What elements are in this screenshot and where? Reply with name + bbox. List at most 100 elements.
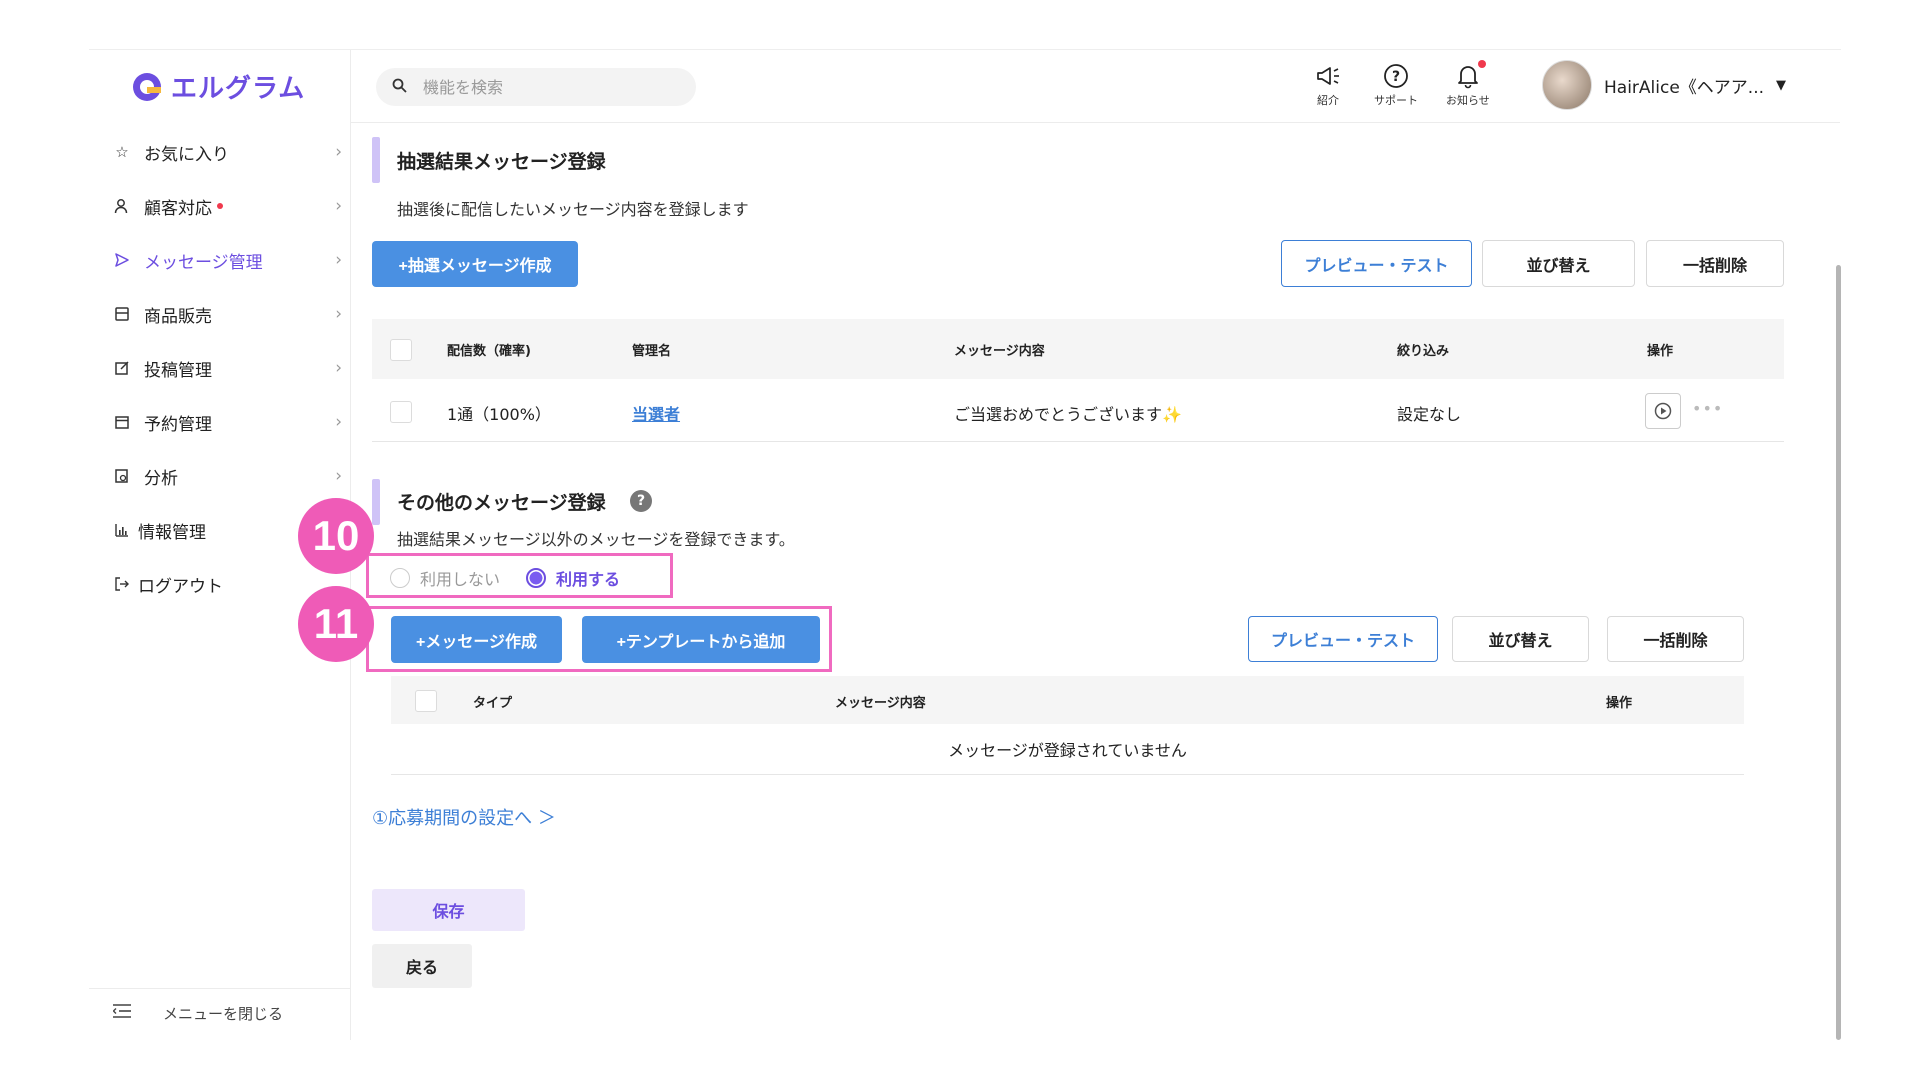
other-section-desc: 抽選結果メッセージ以外のメッセージを登録できます。 xyxy=(397,530,795,549)
sidebar-item-label: 分析 xyxy=(144,468,178,489)
help-circle-icon: ? xyxy=(1382,62,1410,90)
scrollbar[interactable] xyxy=(1836,265,1841,1040)
chevron-right-icon: › xyxy=(335,304,342,324)
sidebar-item-customer[interactable]: 顧客対応 › xyxy=(112,191,342,221)
play-icon[interactable] xyxy=(1645,393,1681,429)
sidebar-item-label: 予約管理 xyxy=(144,414,212,435)
create-lottery-message-button[interactable]: +抽選メッセージ作成 xyxy=(372,241,578,287)
help-icon[interactable]: ? xyxy=(630,490,652,512)
app-logo[interactable]: エルグラム xyxy=(131,68,305,105)
row-count: 1通（100%） xyxy=(447,405,551,424)
row-name-link[interactable]: 当選者 xyxy=(632,401,680,425)
chevron-right-icon: › xyxy=(335,358,342,378)
th-filter: 絞り込み xyxy=(1397,344,1450,359)
th-actions: 操作 xyxy=(1606,696,1633,711)
sidebar-item-analysis[interactable]: 分析 › xyxy=(112,461,342,491)
th-actions: 操作 xyxy=(1647,344,1674,359)
notification-dot xyxy=(1477,60,1486,68)
shop-icon xyxy=(112,304,132,324)
person-icon xyxy=(112,196,132,216)
application-period-link[interactable]: ①応募期間の設定へ ＞ xyxy=(372,804,556,830)
select-all-checkbox[interactable] xyxy=(390,339,412,361)
other-preview-test-button[interactable]: プレビュー・テスト xyxy=(1248,616,1438,662)
close-menu-button[interactable]: メニューを閉じる xyxy=(89,988,350,1041)
sidebar-item-label: ログアウト xyxy=(138,576,223,597)
analysis-icon xyxy=(112,466,132,486)
other-section-title: その他のメッセージ登録 xyxy=(397,492,606,514)
highlight-box-11 xyxy=(366,606,832,672)
search-box[interactable] xyxy=(376,68,696,106)
logo-mark-icon xyxy=(131,71,163,103)
notification-dot xyxy=(217,203,223,209)
calendar-icon xyxy=(112,412,132,432)
save-button[interactable]: 保存 xyxy=(372,889,525,931)
th-message: メッセージ内容 xyxy=(954,344,1045,359)
chart-icon xyxy=(112,520,132,540)
lottery-preview-test-button[interactable]: プレビュー・テスト xyxy=(1281,240,1472,287)
bell-icon xyxy=(1454,60,1486,90)
sidebar-item-reservations[interactable]: 予約管理 › xyxy=(112,407,342,437)
star-icon: ☆ xyxy=(115,143,129,161)
chevron-right-icon: › xyxy=(335,466,342,486)
chevron-right-icon: › xyxy=(335,250,342,270)
user-menu[interactable]: HairAlice《ヘアア... ▼ xyxy=(1542,60,1786,110)
lottery-sort-button[interactable]: 並び替え xyxy=(1482,240,1635,287)
send-icon xyxy=(112,250,132,270)
svg-text:?: ? xyxy=(1392,69,1400,85)
notice-label: お知らせ xyxy=(1446,94,1490,107)
logout-icon xyxy=(112,574,132,594)
row-checkbox[interactable] xyxy=(390,401,412,423)
close-menu-label: メニューを閉じる xyxy=(163,1005,284,1023)
section-accent-bar xyxy=(372,479,380,525)
sidebar-item-label: 商品販売 xyxy=(144,306,212,327)
row-filter: 設定なし xyxy=(1397,405,1462,424)
back-button[interactable]: 戻る xyxy=(372,944,472,988)
lottery-table-header: 配信数（確率) 管理名 メッセージ内容 絞り込み 操作 xyxy=(372,319,1784,379)
section-accent-bar xyxy=(372,137,380,183)
select-all-checkbox[interactable] xyxy=(415,690,437,712)
sidebar-item-label: 顧客対応 xyxy=(144,198,212,219)
other-table-header: タイプ メッセージ内容 操作 xyxy=(391,676,1744,724)
avatar xyxy=(1542,60,1592,110)
edit-icon xyxy=(112,358,132,378)
highlight-box-10 xyxy=(366,553,673,598)
row-message: ご当選おめでとうございます✨ xyxy=(954,405,1182,424)
search-icon xyxy=(392,78,407,97)
th-name: 管理名 xyxy=(632,344,672,359)
chevron-right-icon: › xyxy=(335,142,342,162)
support-button[interactable]: ? サポート xyxy=(1374,62,1418,108)
th-count: 配信数（確率) xyxy=(447,344,531,359)
th-type: タイプ xyxy=(473,696,513,711)
lottery-bulk-delete-button[interactable]: 一括削除 xyxy=(1646,240,1784,287)
announce-label: 紹介 xyxy=(1317,94,1339,107)
caret-down-icon: ▼ xyxy=(1776,77,1787,93)
more-options-icon[interactable]: ••• xyxy=(1692,399,1723,418)
support-label: サポート xyxy=(1374,94,1418,107)
chevron-right-icon: › xyxy=(335,196,342,216)
sidebar-item-favorites[interactable]: ☆ お気に入り › xyxy=(112,137,342,167)
sidebar-item-messages[interactable]: メッセージ管理 › xyxy=(112,245,342,275)
lottery-section-desc: 抽選後に配信したいメッセージ内容を登録します xyxy=(397,200,749,219)
sidebar-item-products[interactable]: 商品販売 › xyxy=(112,299,342,329)
table-row: 1通（100%） 当選者 ご当選おめでとうございます✨ 設定なし ••• xyxy=(372,381,1784,442)
menu-collapse-icon xyxy=(112,1003,131,1022)
step-badge-10: 10 xyxy=(298,498,374,574)
lottery-section-title: 抽選結果メッセージ登録 xyxy=(397,151,606,173)
sidebar-item-label: 投稿管理 xyxy=(144,360,212,381)
notice-button[interactable]: お知らせ xyxy=(1446,60,1490,108)
megaphone-icon xyxy=(1314,62,1342,90)
sidebar-item-logout[interactable]: ログアウト xyxy=(112,569,342,599)
empty-table-message: メッセージが登録されていません xyxy=(391,724,1744,775)
other-sort-button[interactable]: 並び替え xyxy=(1452,616,1589,662)
step-badge-11: 11 xyxy=(298,586,374,662)
announce-button[interactable]: 紹介 xyxy=(1314,62,1342,108)
sidebar-item-posts[interactable]: 投稿管理 › xyxy=(112,353,342,383)
logo-text: エルグラム xyxy=(171,74,306,104)
sidebar-item-label: お気に入り xyxy=(144,144,229,165)
sidebar-item-label: 情報管理 xyxy=(138,522,206,543)
user-name: HairAlice《ヘアア... xyxy=(1604,77,1765,98)
other-bulk-delete-button[interactable]: 一括削除 xyxy=(1607,616,1744,662)
th-message: メッセージ内容 xyxy=(835,696,926,711)
search-input[interactable] xyxy=(421,76,665,98)
chevron-right-icon: › xyxy=(335,412,342,432)
